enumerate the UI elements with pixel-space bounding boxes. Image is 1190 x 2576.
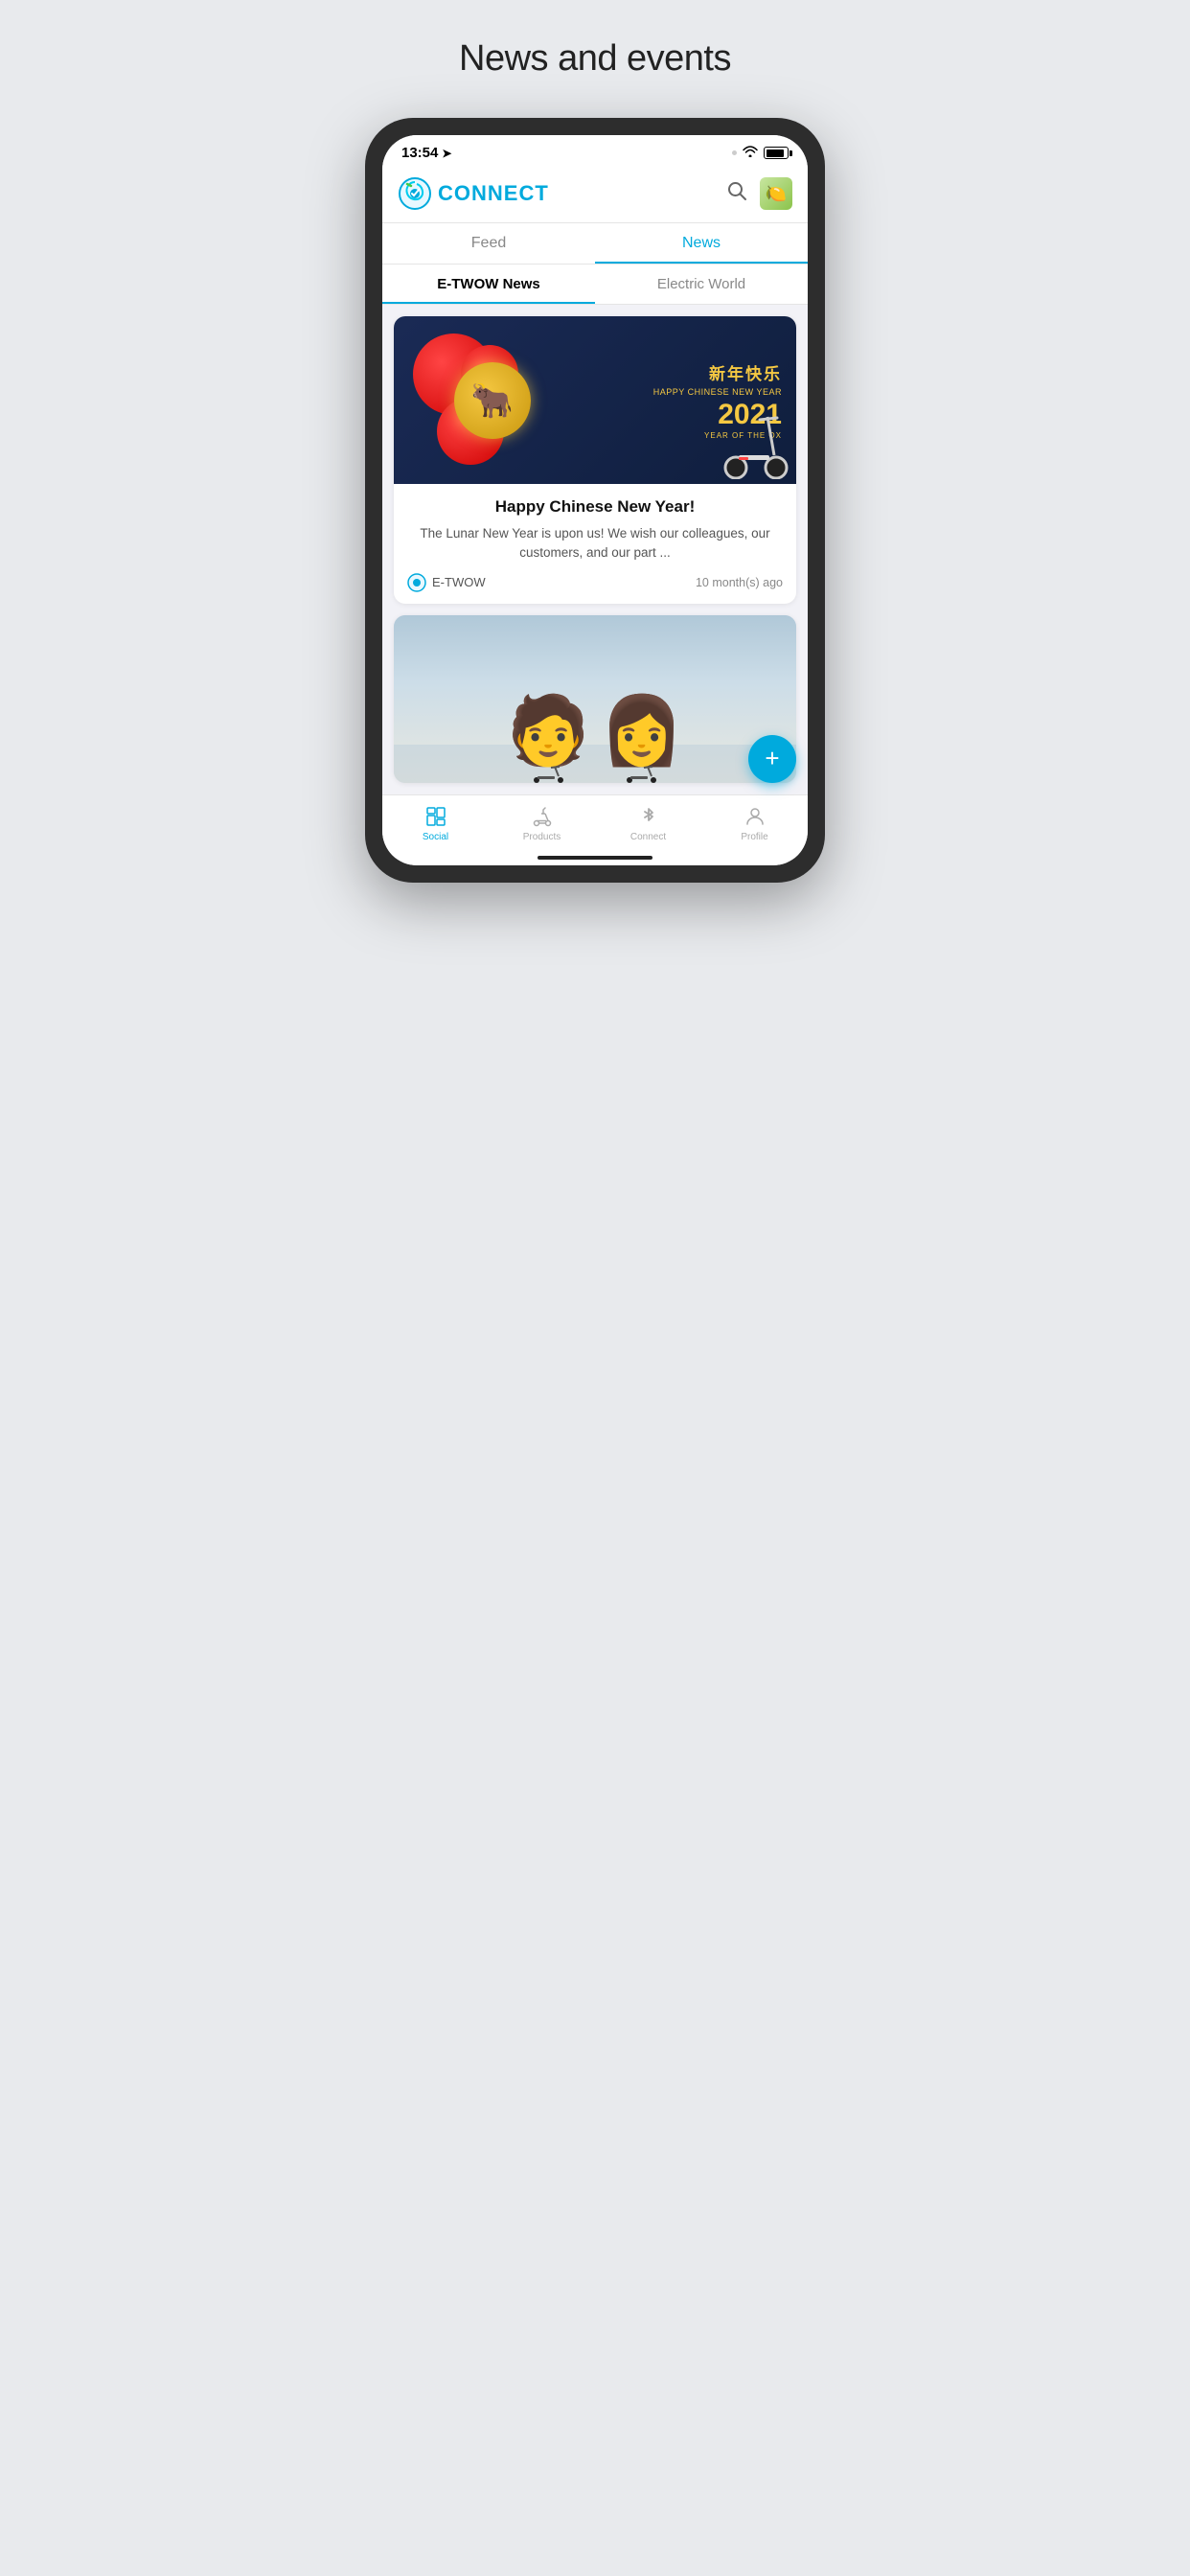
source-logo <box>407 573 426 592</box>
news-title-cny: Happy Chinese New Year! <box>407 497 783 517</box>
home-indicator <box>382 858 808 865</box>
search-button[interactable] <box>725 179 748 208</box>
main-tabs: Feed News <box>382 223 808 264</box>
scooter-2 <box>625 764 658 783</box>
app-header: CONNECT 🍋 <box>382 167 808 223</box>
person-guy: 🧑 <box>507 697 590 764</box>
bluetooth-icon <box>637 805 660 828</box>
bottom-nav: Social Products <box>382 794 808 858</box>
home-bar <box>538 856 652 860</box>
avatar-image: 🍋 <box>766 184 787 204</box>
status-icons <box>732 146 789 160</box>
sub-tabs: E-TWOW News Electric World <box>382 264 808 305</box>
page-title: News and events <box>317 38 874 80</box>
avatar[interactable]: 🍋 <box>760 177 792 210</box>
person-1: 🧑 <box>507 697 590 783</box>
wifi-icon <box>743 146 758 160</box>
paris-banner: 🧑 👩 <box>394 615 796 783</box>
news-card-cny: 🐂 新年快乐 Happy Chinese New Year 2021 Year … <box>394 316 796 604</box>
nav-profile[interactable]: Profile <box>701 805 808 842</box>
person-girl: 👩 <box>600 697 683 764</box>
battery-icon <box>764 147 789 159</box>
scooter-1 <box>532 764 565 783</box>
logo-icon <box>398 176 432 211</box>
news-card-paris: 🧑 👩 <box>394 615 796 783</box>
cny-chinese-text: 新年快乐 <box>595 360 782 384</box>
cny-banner: 🐂 新年快乐 Happy Chinese New Year 2021 Year … <box>394 316 796 484</box>
cny-left: 🐂 <box>408 326 577 474</box>
social-icon <box>424 805 447 828</box>
person-2: 👩 <box>600 697 683 783</box>
fab-add-button[interactable]: + <box>748 735 796 783</box>
logo-text: CONNECT <box>438 181 549 206</box>
profile-icon <box>744 805 767 828</box>
content-area: 🐂 新年快乐 Happy Chinese New Year 2021 Year … <box>382 305 808 794</box>
news-source: E-TWOW <box>407 573 486 592</box>
phone-screen: 13:54 ➤ <box>382 135 808 865</box>
nav-connect[interactable]: Connect <box>595 805 701 842</box>
nav-products-label: Products <box>523 832 561 842</box>
nav-products[interactable]: Products <box>489 805 595 842</box>
nav-profile-label: Profile <box>741 832 767 842</box>
paris-people: 🧑 👩 <box>394 697 796 783</box>
nav-social-label: Social <box>423 832 448 842</box>
tab-news[interactable]: News <box>595 223 808 264</box>
dot-indicator <box>732 150 737 155</box>
tab-electric-world[interactable]: Electric World <box>595 264 808 304</box>
page-wrapper: News and events 13:54 ➤ <box>298 0 893 940</box>
nav-social[interactable]: Social <box>382 805 489 842</box>
status-time: 13:54 ➤ <box>401 145 451 161</box>
app-logo: CONNECT <box>398 176 549 211</box>
news-excerpt-cny: The Lunar New Year is upon us! We wish o… <box>407 524 783 564</box>
news-body-cny: Happy Chinese New Year! The Lunar New Ye… <box>394 484 796 604</box>
phone-frame: 13:54 ➤ <box>365 118 825 883</box>
gold-ox: 🐂 <box>454 362 531 439</box>
scooter-icon <box>721 393 789 484</box>
nav-connect-label: Connect <box>630 832 666 842</box>
tab-etwow-news[interactable]: E-TWOW News <box>382 264 595 304</box>
news-time: 10 month(s) ago <box>696 576 783 589</box>
header-actions: 🍋 <box>725 177 792 210</box>
products-icon <box>531 805 554 828</box>
status-bar: 13:54 ➤ <box>382 135 808 167</box>
news-meta-cny: E-TWOW 10 month(s) ago <box>407 573 783 592</box>
tab-feed[interactable]: Feed <box>382 223 595 264</box>
navigation-icon: ➤ <box>442 147 451 160</box>
